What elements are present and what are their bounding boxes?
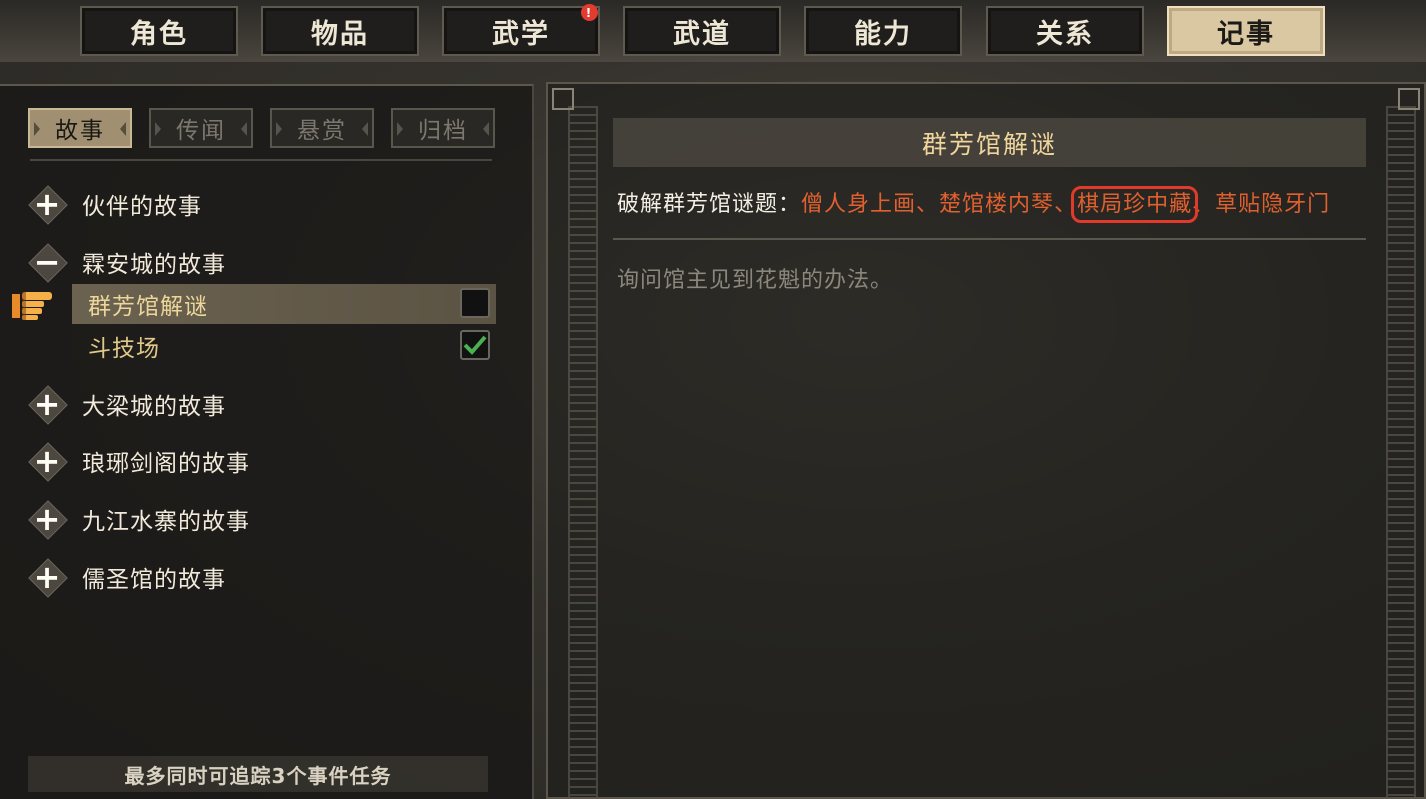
story-group-linan[interactable]: − 霖安城的故事 [30, 242, 226, 282]
riddle-item-highlighted: 棋局珍中藏 [1071, 186, 1199, 223]
pointing-hand-icon [12, 292, 52, 320]
riddle-item: 楚馆楼内琴 [939, 192, 1055, 217]
expand-icon[interactable]: + [30, 442, 64, 480]
tab-journal[interactable]: 记事 [1167, 6, 1325, 56]
subtab-archive[interactable]: 归档 [391, 108, 495, 148]
tracking-limit-note: 最多同时可追踪3个事件任务 [28, 756, 488, 792]
quest-description: 询问馆主见到花魁的办法。 [617, 268, 894, 293]
quest-objective: 破解群芳馆谜题：僧人身上画、楚馆楼内琴、棋局珍中藏、草贴隐牙门 [617, 186, 1331, 223]
divider [613, 238, 1366, 240]
collapse-icon[interactable]: − [30, 243, 64, 281]
quest-title: 群芳馆解谜 [613, 118, 1366, 167]
subtab-stories[interactable]: 故事 [28, 108, 132, 148]
expand-icon[interactable]: + [30, 185, 64, 223]
subtab-bounties[interactable]: 悬赏 [270, 108, 374, 148]
expand-icon[interactable]: + [30, 558, 64, 596]
story-group-partners[interactable]: + 伙伴的故事 [30, 184, 202, 224]
border-ornament [1386, 106, 1416, 797]
story-group-daliang[interactable]: + 大梁城的故事 [30, 384, 226, 424]
track-checkbox[interactable] [460, 330, 490, 360]
subtab-rumors[interactable]: 传闻 [149, 108, 253, 148]
border-ornament [568, 106, 598, 797]
tab-abilities[interactable]: 能力 [804, 6, 962, 56]
tab-wudao[interactable]: 武道 [623, 6, 781, 56]
quest-item-arena[interactable]: 斗技场 [72, 326, 496, 366]
riddle-item: 僧人身上画 [801, 192, 917, 217]
checkmark-icon [463, 335, 487, 355]
story-group-rusheng[interactable]: + 儒圣馆的故事 [30, 557, 226, 597]
corner-ornament [552, 88, 574, 110]
story-group-jiujiang[interactable]: + 九江水寨的故事 [30, 499, 250, 539]
expand-icon[interactable]: + [30, 500, 64, 538]
track-checkbox[interactable] [460, 288, 490, 318]
tab-items[interactable]: 物品 [261, 6, 419, 56]
tab-character[interactable]: 角色 [80, 6, 238, 56]
corner-ornament [1398, 88, 1420, 110]
quest-item-qunfangguan[interactable]: 群芳馆解谜 [72, 284, 496, 324]
expand-icon[interactable]: + [30, 385, 64, 423]
riddle-item: 草贴隐牙门 [1215, 192, 1331, 217]
divider [30, 159, 492, 161]
tab-relations[interactable]: 关系 [986, 6, 1144, 56]
tab-martial-arts[interactable]: 武学! [442, 4, 600, 56]
story-group-langya[interactable]: + 琅琊剑阁的故事 [30, 441, 250, 481]
notification-badge: ! [581, 4, 598, 21]
top-tab-bar: 角色 物品 武学! 武道 能力 关系 记事 [0, 0, 1426, 62]
